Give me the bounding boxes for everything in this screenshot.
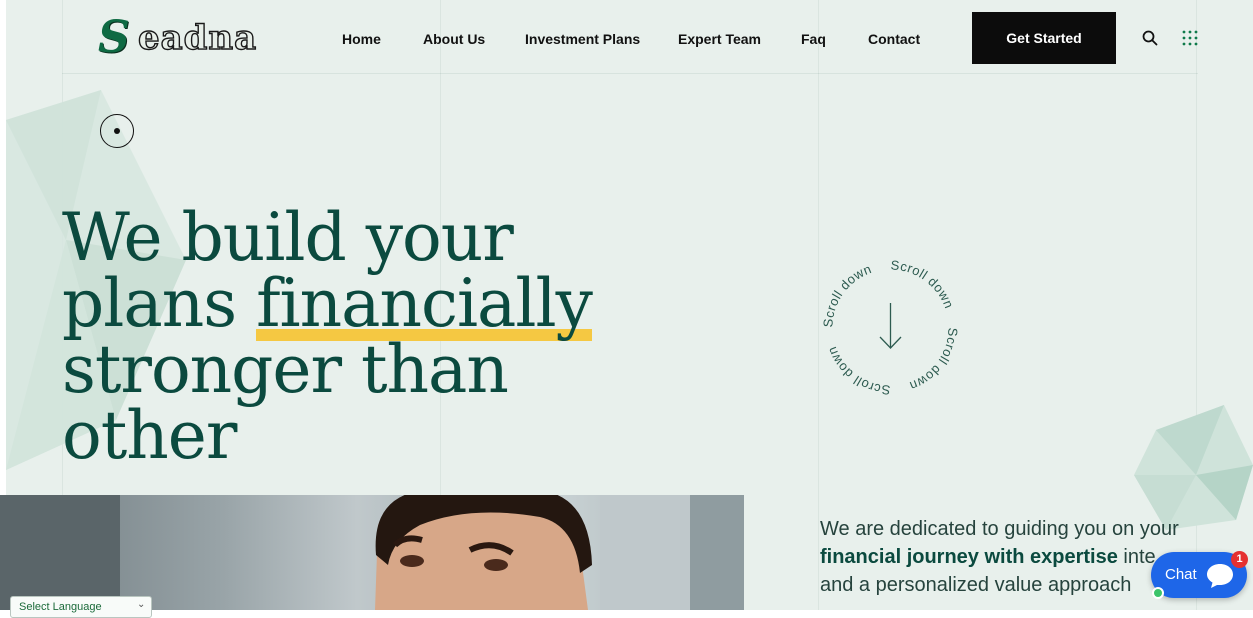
brand-logo[interactable]: S eadna bbox=[98, 14, 270, 62]
svg-text:Scroll down: Scroll down bbox=[824, 344, 891, 397]
tagline-bold: financial journey with expertise bbox=[820, 546, 1118, 568]
logo-initial: S bbox=[98, 12, 130, 63]
tagline-line-3: and a personalized value approach bbox=[820, 574, 1132, 596]
header-divider bbox=[62, 73, 1198, 74]
language-select-label: Select Language bbox=[19, 601, 102, 613]
smiling-man-photo bbox=[0, 495, 744, 610]
nav-contact[interactable]: Contact bbox=[868, 31, 920, 47]
hero-photo bbox=[0, 495, 744, 610]
headline-line-3: stronger than bbox=[62, 331, 509, 408]
online-status-dot bbox=[1152, 587, 1164, 599]
scroll-down-badge[interactable]: Scroll down Scroll down Scroll down Scro… bbox=[818, 255, 963, 400]
headline-line-1: We build your bbox=[62, 199, 514, 276]
nav-faq[interactable]: Faq bbox=[801, 31, 826, 47]
scroll-text-3: Scroll down bbox=[907, 327, 960, 394]
svg-text:Scroll down: Scroll down bbox=[890, 257, 957, 310]
search-icon[interactable] bbox=[1141, 29, 1159, 47]
arrow-down-icon bbox=[879, 303, 902, 349]
decorative-polygon-right bbox=[1134, 405, 1253, 530]
headline-line-2: plans financially bbox=[62, 265, 702, 342]
chat-label: Chat bbox=[1165, 566, 1197, 583]
scroll-text-1: Scroll down bbox=[820, 261, 873, 328]
chat-unread-badge: 1 bbox=[1231, 551, 1248, 568]
play-dot-button[interactable] bbox=[100, 114, 134, 148]
language-select[interactable]: Select Language ⌄ bbox=[10, 596, 152, 618]
nav-expert-team[interactable]: Expert Team bbox=[678, 31, 761, 47]
svg-text:Scroll down: Scroll down bbox=[820, 261, 873, 328]
headline-line-4: other bbox=[62, 397, 237, 474]
tagline-mid: inte bbox=[1117, 546, 1156, 568]
nav-investment-plans[interactable]: Investment Plans bbox=[525, 31, 640, 47]
logo-wordmark: eadna bbox=[137, 17, 258, 58]
nav-about-us[interactable]: About Us bbox=[423, 31, 485, 47]
scroll-text-2: Scroll down bbox=[890, 257, 956, 310]
get-started-button[interactable]: Get Started bbox=[972, 12, 1116, 64]
scroll-text-4: Scroll down bbox=[824, 344, 890, 397]
nav-home[interactable]: Home bbox=[342, 31, 381, 47]
tagline-line-1: We are dedicated to guiding you on your bbox=[820, 518, 1179, 540]
grid-menu-icon[interactable] bbox=[1181, 29, 1199, 47]
chat-bubble-icon bbox=[1207, 564, 1233, 588]
hero-headline: We build your plans financially stronger… bbox=[62, 205, 702, 469]
svg-text:Scroll down: Scroll down bbox=[907, 327, 960, 394]
chevron-down-icon: ⌄ bbox=[137, 599, 146, 610]
